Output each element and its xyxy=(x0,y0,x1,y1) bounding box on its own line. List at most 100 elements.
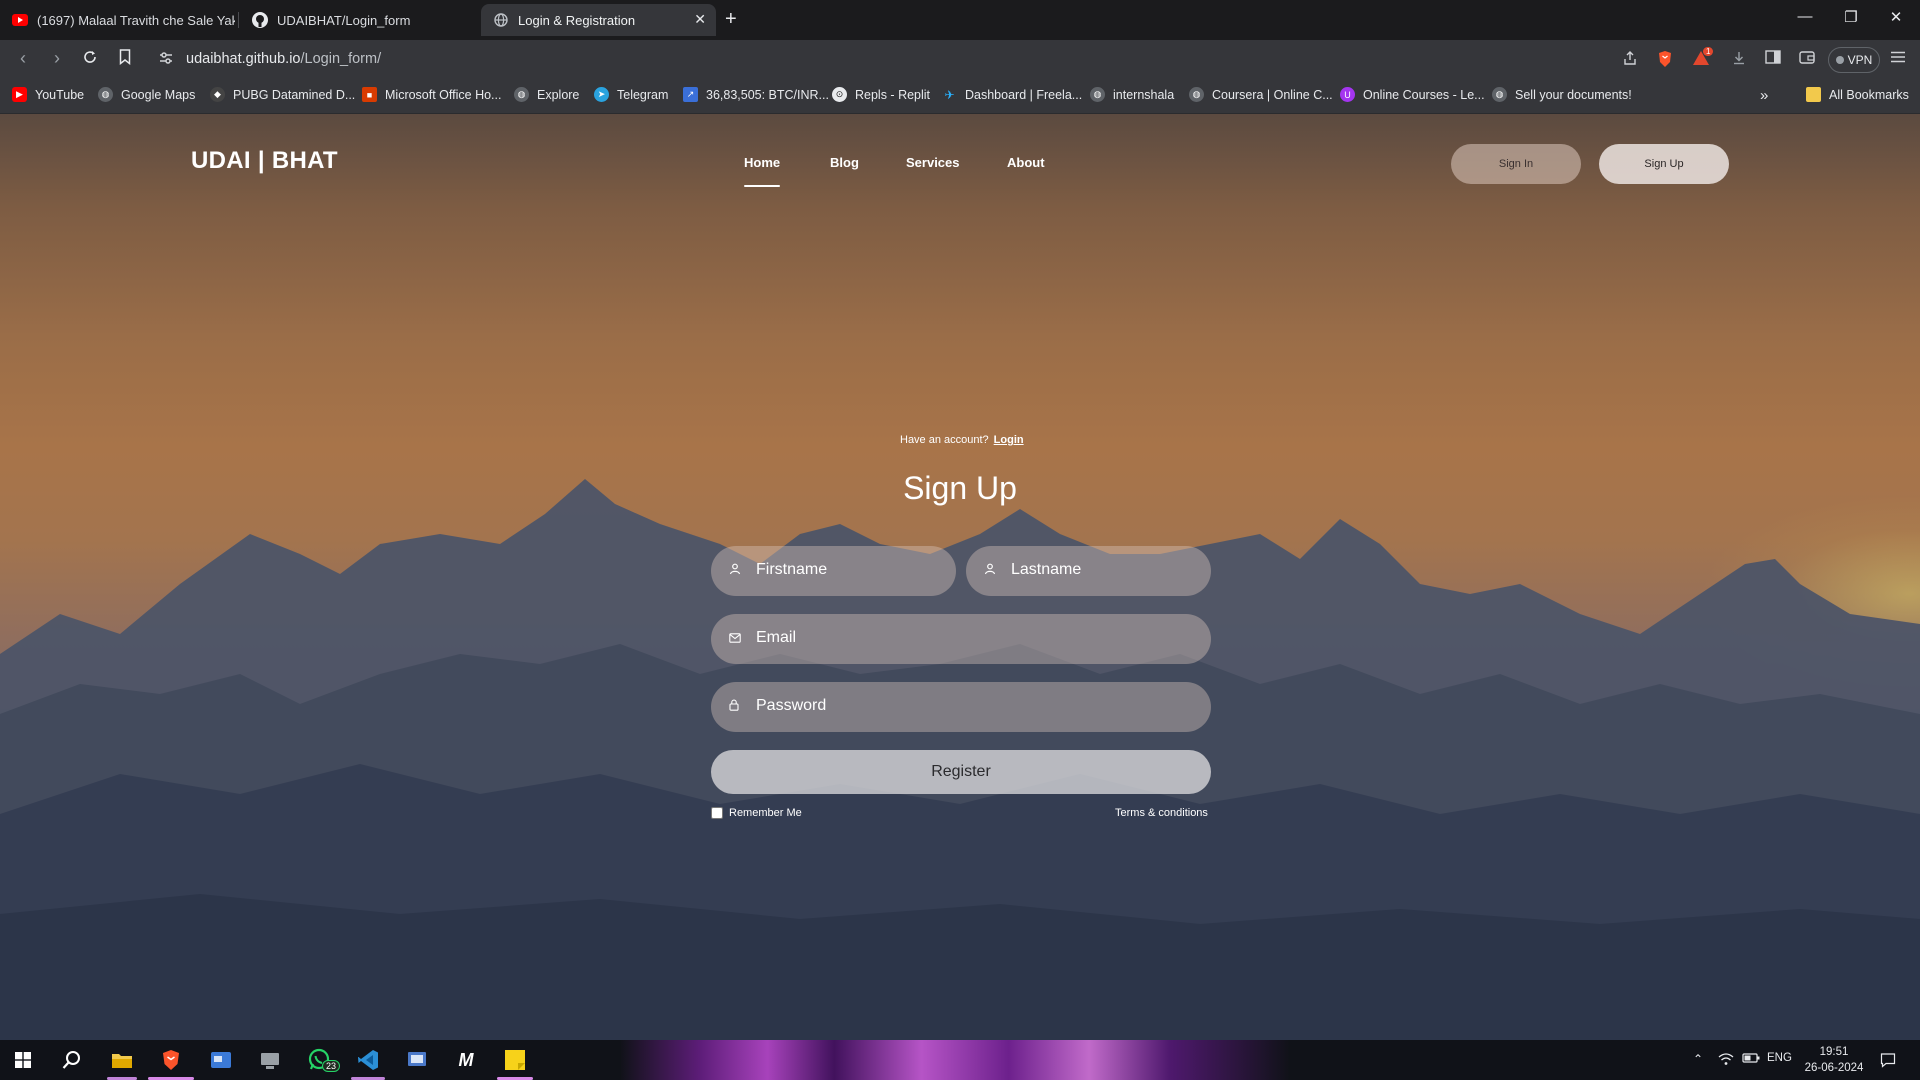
brave-rewards-icon[interactable]: 1 xyxy=(1690,47,1714,70)
sidebar-icon[interactable] xyxy=(1762,50,1784,70)
bookmark-pubg[interactable]: ◆ PUBG Datamined D... xyxy=(210,87,355,102)
bookmark-youtube[interactable]: ▶ YouTube xyxy=(12,87,84,102)
globe-icon: ◍ xyxy=(1189,87,1204,102)
search-icon[interactable] xyxy=(58,1046,86,1074)
chevron-up-icon[interactable]: ⌃ xyxy=(1693,1052,1703,1066)
new-tab-button[interactable]: + xyxy=(725,8,737,31)
pubg-icon: ◆ xyxy=(210,87,225,102)
whatsapp-icon[interactable]: 23 xyxy=(305,1046,341,1074)
language-indicator[interactable]: ENG xyxy=(1767,1052,1792,1064)
globe-icon: ◍ xyxy=(514,87,529,102)
forward-icon[interactable]: › xyxy=(46,48,68,69)
download-icon[interactable] xyxy=(1728,50,1750,70)
freelancer-icon: ✈ xyxy=(944,87,955,102)
file-explorer-icon[interactable] xyxy=(108,1046,136,1074)
bookmark-label: Telegram xyxy=(617,87,669,102)
all-bookmarks-button[interactable]: All Bookmarks xyxy=(1806,87,1909,102)
lastname-field[interactable]: Lastname xyxy=(966,546,1211,596)
bookmark-label: Microsoft Office Ho... xyxy=(385,87,502,102)
bookmark-freelancer[interactable]: ✈ Dashboard | Freela... xyxy=(942,87,1082,102)
notifications-icon[interactable] xyxy=(1880,1052,1896,1071)
bookmarks-bar: ▶ YouTube ◍ Google Maps ◆ PUBG Datamined D.… xyxy=(0,80,1920,114)
lastname-placeholder: Lastname xyxy=(1011,561,1082,578)
mountain-background xyxy=(0,479,1920,1040)
share-icon[interactable] xyxy=(1619,50,1641,70)
bookmark-explore[interactable]: ◍ Explore xyxy=(514,87,579,102)
remember-me[interactable]: Remember Me xyxy=(711,807,802,819)
email-field[interactable]: Email xyxy=(711,614,1211,664)
all-bookmarks-label: All Bookmarks xyxy=(1829,87,1909,102)
globe-icon xyxy=(493,12,509,28)
reload-icon[interactable] xyxy=(79,49,101,70)
tab-title: UDAIBHAT/Login_form xyxy=(277,12,411,28)
form-title: Sign Up xyxy=(903,470,1017,506)
app-icon[interactable]: M xyxy=(452,1046,480,1074)
brand-logo[interactable]: UDAI | BHAT xyxy=(191,147,338,175)
bookmark-office[interactable]: ■ Microsoft Office Ho... xyxy=(362,87,501,102)
nav-home[interactable]: Home xyxy=(744,155,780,170)
back-icon[interactable]: ‹ xyxy=(12,48,34,69)
tab-login-registration[interactable]: Login & Registration ✕ xyxy=(481,4,716,36)
menu-icon[interactable] xyxy=(1887,50,1909,70)
bookmark-internshala[interactable]: ◍ internshala xyxy=(1090,87,1174,102)
globe-icon: ◍ xyxy=(1090,87,1105,102)
whatsapp-badge: 23 xyxy=(322,1060,341,1072)
bookmark-btc-inr[interactable]: ↗ 36,83,505: BTC/INR... xyxy=(683,87,829,102)
brave-browser-icon[interactable] xyxy=(157,1046,185,1074)
url-text[interactable]: udaibhat.github.io/Login_form/ xyxy=(186,51,381,67)
app-icon[interactable] xyxy=(403,1046,431,1074)
restore-button[interactable]: ❐ xyxy=(1841,8,1861,26)
bookmark-label: PUBG Datamined D... xyxy=(233,87,356,102)
firstname-field[interactable]: Firstname xyxy=(711,546,956,596)
email-placeholder: Email xyxy=(756,629,797,646)
vscode-icon[interactable] xyxy=(354,1046,382,1074)
bookmark-label: Explore xyxy=(537,87,580,102)
register-button[interactable]: Register xyxy=(711,750,1211,794)
have-account-label: Have an account? xyxy=(900,434,989,446)
clock[interactable]: 19:51 26-06-2024 xyxy=(1803,1044,1865,1076)
bookmark-label: Repls - Replit xyxy=(855,87,931,102)
battery-icon[interactable] xyxy=(1742,1052,1760,1067)
remember-me-checkbox[interactable] xyxy=(711,807,723,819)
login-link[interactable]: Login xyxy=(994,434,1024,446)
sign-in-button[interactable]: Sign In xyxy=(1451,144,1581,184)
close-window-button[interactable]: ✕ xyxy=(1886,8,1906,26)
terms-link[interactable]: Terms & conditions xyxy=(1115,807,1208,819)
app-icon[interactable] xyxy=(256,1046,284,1074)
bookmark-page-icon[interactable] xyxy=(114,49,136,70)
url-path: /Login_form/ xyxy=(300,51,382,67)
sign-up-button[interactable]: Sign Up xyxy=(1599,144,1729,184)
bookmark-telegram[interactable]: ➤ Telegram xyxy=(594,87,668,102)
page-viewport: UDAI | BHAT Home Blog Services About Sig… xyxy=(0,114,1920,1040)
bookmark-google-maps[interactable]: ◍ Google Maps xyxy=(98,87,195,102)
bookmark-label: Sell your documents! xyxy=(1515,87,1632,102)
bookmark-replit[interactable]: ⊙ Repls - Replit xyxy=(832,87,930,102)
nav-about[interactable]: About xyxy=(1007,155,1045,170)
sticky-notes-icon[interactable] xyxy=(501,1046,529,1074)
bookmark-udemy[interactable]: U Online Courses - Le... xyxy=(1340,87,1485,102)
chart-icon: ↗ xyxy=(683,87,698,102)
nav-blog[interactable]: Blog xyxy=(830,155,859,170)
windows-start-icon[interactable] xyxy=(9,1046,37,1074)
more-bookmarks-button[interactable]: » xyxy=(1760,87,1768,104)
tab-github[interactable]: UDAIBHAT/Login_form xyxy=(240,4,475,36)
github-icon xyxy=(252,12,268,28)
nav-services[interactable]: Services xyxy=(906,155,960,170)
site-settings-icon[interactable] xyxy=(155,50,177,70)
bookmark-label: Coursera | Online C... xyxy=(1212,87,1333,102)
wifi-icon[interactable] xyxy=(1718,1052,1734,1069)
url-host: udaibhat.github.io xyxy=(186,51,301,67)
bookmark-sell-documents[interactable]: ◍ Sell your documents! xyxy=(1492,87,1632,102)
wallet-icon[interactable] xyxy=(1796,50,1818,70)
close-tab-icon[interactable]: ✕ xyxy=(694,11,706,28)
vpn-status-icon xyxy=(1835,56,1844,64)
minimize-button[interactable]: — xyxy=(1795,8,1815,25)
vpn-button[interactable]: VPN xyxy=(1828,47,1880,73)
password-field[interactable]: Password xyxy=(711,682,1211,732)
password-placeholder: Password xyxy=(756,697,827,714)
app-icon[interactable] xyxy=(207,1046,235,1074)
envelope-icon xyxy=(729,630,743,644)
tab-youtube[interactable]: (1697) Malaal Travith che Sale Yakhna xyxy=(0,4,235,36)
bookmark-coursera[interactable]: ◍ Coursera | Online C... xyxy=(1189,87,1333,102)
brave-shields-icon[interactable] xyxy=(1654,50,1676,70)
